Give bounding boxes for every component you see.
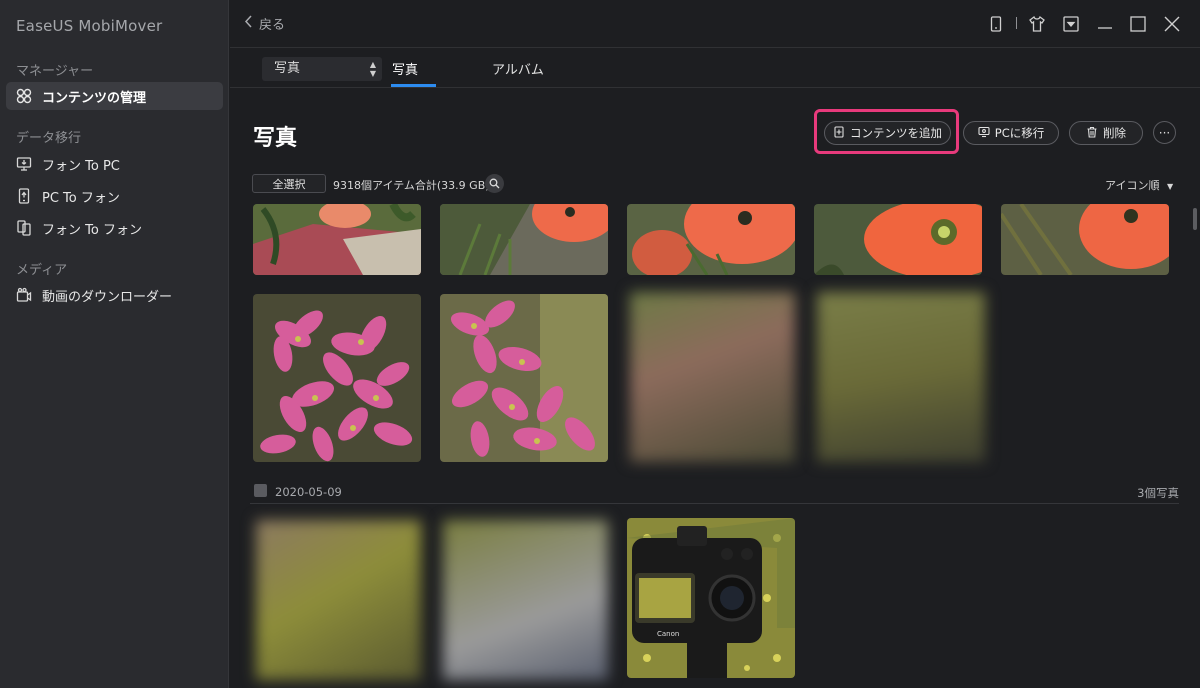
sidebar-item-pc-to-phone[interactable]: PC To フォン	[6, 182, 223, 210]
caret-down-icon: ▼	[1166, 182, 1174, 191]
sidebar-item-phone-to-phone[interactable]: フォン To フォン	[6, 214, 223, 242]
phone-icon[interactable]	[985, 13, 1007, 35]
page-title: 写真	[253, 126, 298, 151]
photo-thumbnail-blurred[interactable]	[256, 520, 421, 680]
select-all-button[interactable]: 全選択	[252, 174, 326, 193]
pc-transfer-icon	[978, 126, 990, 141]
phone-to-pc-icon	[16, 156, 32, 172]
add-file-icon	[833, 125, 845, 141]
photo-thumbnail[interactable]	[627, 204, 795, 275]
sidebar-item-phone-to-pc[interactable]: フォン To PC	[6, 150, 223, 178]
item-count: 9318個アイテム合計(33.9 GB)	[333, 179, 490, 192]
add-content-button[interactable]: コンテンツを追加	[824, 121, 951, 145]
photo-thumbnail[interactable]	[253, 294, 421, 462]
photo-thumbnail[interactable]	[1001, 204, 1169, 275]
back-label: 戻る	[259, 18, 286, 33]
to-pc-button[interactable]: PCに移行	[963, 121, 1059, 145]
sidebar: EaseUS MobiMover マネージャー コンテンツの管理 データ移行 フ…	[0, 0, 229, 688]
pc-to-phone-icon	[16, 188, 32, 204]
divider	[1016, 17, 1017, 29]
sort-dropdown[interactable]: アイコン順 ▼	[1105, 177, 1173, 193]
grid-icon	[16, 88, 32, 104]
photo-thumbnail[interactable]	[440, 204, 608, 275]
app-title: EaseUS MobiMover	[16, 17, 163, 35]
title-bar: 戻る	[230, 0, 1200, 48]
chevron-left-icon	[244, 15, 253, 32]
photo-thumbnail-blurred[interactable]	[630, 292, 795, 462]
tab-albums[interactable]: アルバム	[492, 59, 544, 78]
updown-arrows-icon: ▲ ▼	[369, 60, 376, 78]
video-download-icon	[16, 287, 32, 303]
date-group-header: 2020-05-09 3個写真	[250, 480, 1179, 504]
sidebar-item-video-downloader[interactable]: 動画のダウンローダー	[6, 281, 223, 309]
trash-icon	[1086, 126, 1098, 141]
phone-to-phone-icon	[16, 220, 32, 236]
close-icon[interactable]	[1161, 13, 1183, 35]
more-button[interactable]: ···	[1153, 121, 1176, 144]
tab-row: 写真 ▲ ▼ 写真 アルバム	[230, 48, 1200, 88]
dropdown-box-icon[interactable]	[1060, 13, 1082, 35]
sidebar-item-label: コンテンツの管理	[42, 90, 147, 106]
delete-label: 削除	[1103, 126, 1126, 140]
sidebar-item-label: 動画のダウンローダー	[42, 289, 173, 305]
photo-thumbnail-blurred[interactable]	[817, 292, 985, 462]
sidebar-item-label: PC To フォン	[42, 190, 120, 206]
sort-label: アイコン順	[1105, 179, 1160, 192]
section-label-manager: マネージャー	[16, 64, 94, 79]
to-pc-label: PCに移行	[994, 126, 1045, 140]
maximize-icon[interactable]	[1127, 13, 1149, 35]
section-label-transfer: データ移行	[16, 131, 82, 146]
photo-thumbnail[interactable]	[440, 294, 608, 462]
tab-photos[interactable]: 写真	[392, 59, 418, 78]
photo-thumbnail[interactable]	[253, 204, 421, 275]
search-icon[interactable]	[485, 174, 504, 193]
category-select-value: 写真	[274, 61, 301, 76]
date-group-checkbox[interactable]	[254, 484, 267, 497]
sidebar-item-label: フォン To PC	[42, 158, 120, 174]
sidebar-item-content-manage[interactable]: コンテンツの管理	[6, 82, 223, 110]
tshirt-icon[interactable]	[1026, 13, 1048, 35]
scrollbar[interactable]	[1193, 208, 1197, 230]
date-group-date: 2020-05-09	[275, 485, 342, 499]
delete-button[interactable]: 削除	[1069, 121, 1143, 145]
minimize-icon[interactable]	[1094, 13, 1116, 35]
add-content-label: コンテンツを追加	[850, 126, 942, 140]
back-button[interactable]: 戻る	[244, 14, 285, 33]
photo-thumbnail[interactable]: Canon	[627, 518, 795, 678]
photo-thumbnail[interactable]	[814, 204, 982, 275]
date-group-count: 3個写真	[1137, 486, 1179, 500]
photo-thumbnail-blurred[interactable]	[443, 520, 608, 680]
section-label-media: メディア	[16, 263, 68, 278]
svg-text:Canon: Canon	[657, 630, 679, 638]
sidebar-item-label: フォン To フォン	[42, 222, 142, 238]
active-tab-indicator	[391, 84, 436, 87]
category-select[interactable]: 写真 ▲ ▼	[262, 57, 382, 81]
